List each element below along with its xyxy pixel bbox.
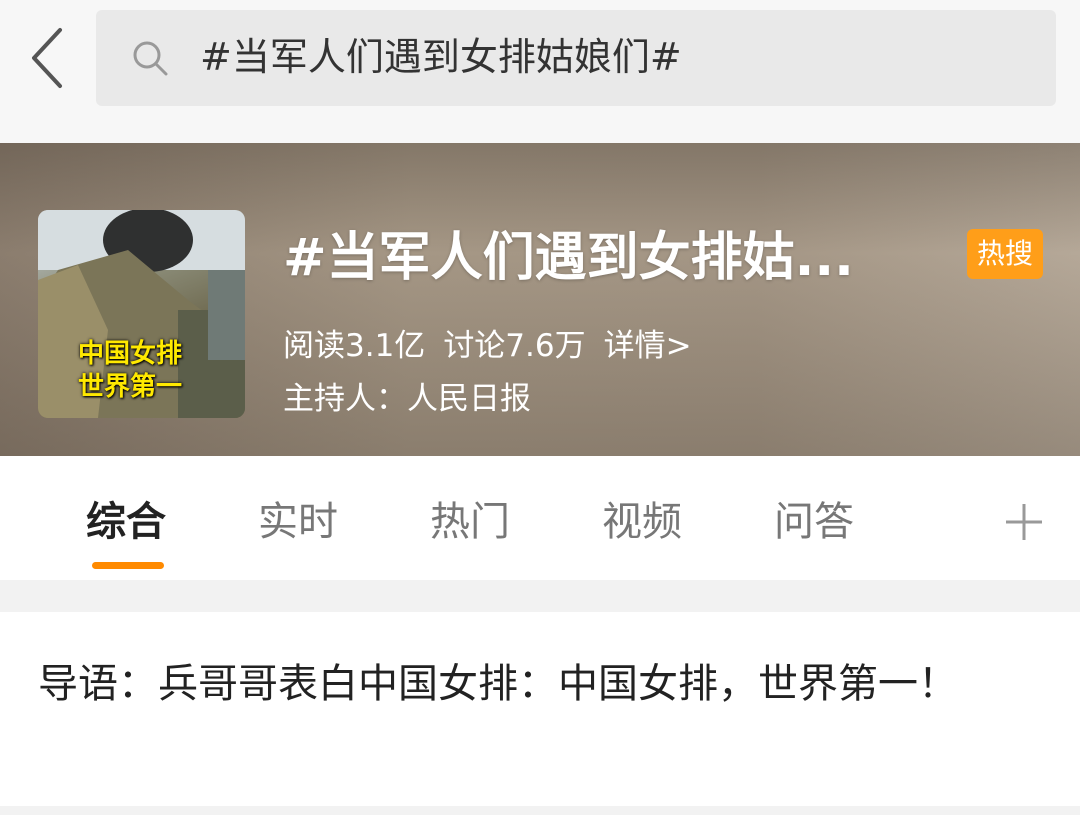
section-divider — [0, 580, 1080, 612]
chevron-left-icon — [32, 28, 62, 88]
search-icon — [133, 41, 168, 76]
tab-comprehensive[interactable]: 综合 — [86, 496, 166, 548]
tab-qa[interactable]: 问答 — [774, 496, 854, 548]
back-button[interactable] — [28, 26, 68, 90]
topic-thumbnail[interactable]: 中国女排 世界第一 — [38, 210, 245, 418]
topic-title: #当军人们遇到女排姑... — [283, 228, 854, 288]
tab-hot[interactable]: 热门 — [430, 496, 510, 548]
topic-intro: 导语：兵哥哥表白中国女排：中国女排，世界第一！ — [38, 661, 958, 707]
hot-search-badge: 热搜 — [967, 229, 1043, 279]
tab-realtime[interactable]: 实时 — [258, 496, 338, 548]
tab-video[interactable]: 视频 — [602, 496, 682, 548]
tab-bar: 综合 实时 热门 视频 问答 — [0, 456, 1080, 580]
details-link[interactable]: 详情> — [604, 328, 692, 364]
thumbnail-caption: 中国女排 世界第一 — [78, 339, 183, 402]
read-count: 阅读3.1亿 — [283, 328, 426, 364]
add-tab-button[interactable] — [1004, 502, 1044, 542]
active-tab-indicator — [92, 562, 164, 569]
topic-host: 主持人：人民日报 — [283, 381, 531, 417]
plus-icon — [1006, 504, 1042, 540]
discussion-count: 讨论7.6万 — [443, 328, 586, 364]
top-bar: #当军人们遇到女排姑娘们# — [0, 0, 1080, 143]
topic-stats: 阅读3.1亿 讨论7.6万 详情> — [283, 324, 710, 368]
bottom-divider — [0, 806, 1080, 815]
topic-header: 中国女排 世界第一 #当军人们遇到女排姑... 热搜 阅读3.1亿 讨论7.6万详… — [0, 143, 1080, 456]
search-input[interactable]: #当军人们遇到女排姑娘们# — [96, 10, 1056, 106]
search-query: #当军人们遇到女排姑娘们# — [200, 35, 682, 79]
